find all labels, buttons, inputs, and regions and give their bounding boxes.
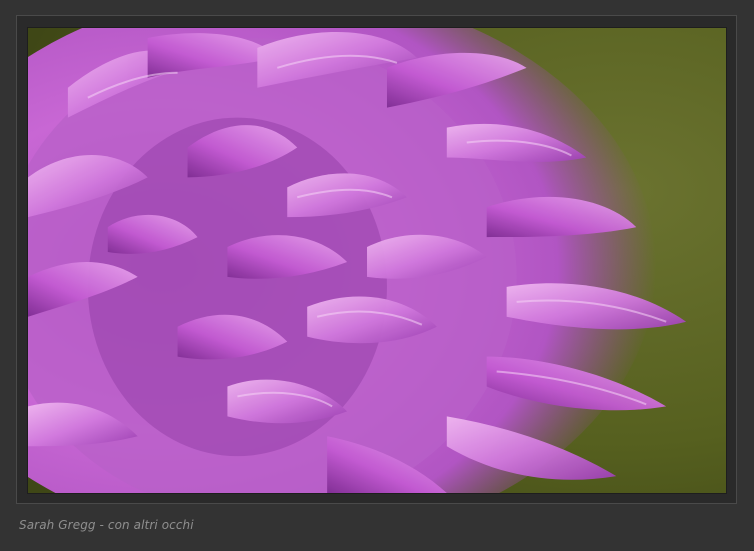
photo-caption: Sarah Gregg - con altri occhi [19,518,194,532]
orchid-image [28,28,726,493]
orchid-photo [27,27,727,494]
page: Sarah Gregg - con altri occhi [0,0,754,551]
